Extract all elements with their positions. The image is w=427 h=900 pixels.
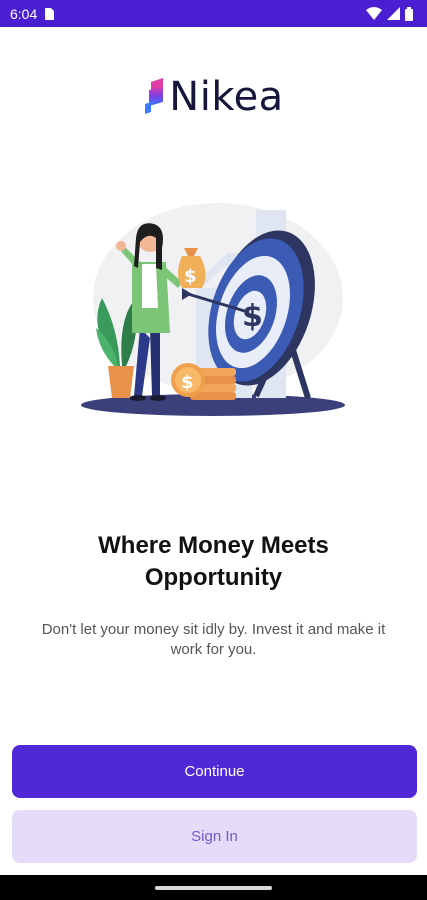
headline-line-2: Opportunity (144, 564, 283, 591)
svg-text:$: $ (242, 299, 263, 334)
headline-line-1: Where Money Meets (98, 532, 329, 559)
status-time: 6:04 (10, 5, 38, 22)
system-navigation-bar (0, 875, 427, 900)
nikea-logo-mark-icon (145, 78, 164, 114)
onboarding-headline: Where Money Meets Opportunity (0, 530, 427, 594)
sign-in-button[interactable]: Sign In (12, 810, 417, 863)
home-gesture-handle[interactable] (155, 886, 272, 890)
status-right (366, 6, 413, 21)
svg-text:$: $ (181, 372, 194, 393)
continue-button[interactable]: Continue (12, 745, 417, 798)
battery-icon (405, 6, 413, 21)
signal-icon (387, 7, 400, 20)
sim-card-icon (45, 7, 55, 20)
status-left: 6:04 (10, 5, 55, 22)
investment-target-illustration: $ $ $ (81, 203, 345, 416)
wifi-icon (366, 7, 382, 20)
svg-text:$: $ (184, 266, 197, 287)
onboarding-description: Don't let your money sit idly by. Invest… (41, 621, 386, 658)
brand-name: Nikea (169, 74, 284, 120)
app-logo: Nikea (0, 74, 427, 120)
status-bar: 6:04 (0, 0, 427, 27)
